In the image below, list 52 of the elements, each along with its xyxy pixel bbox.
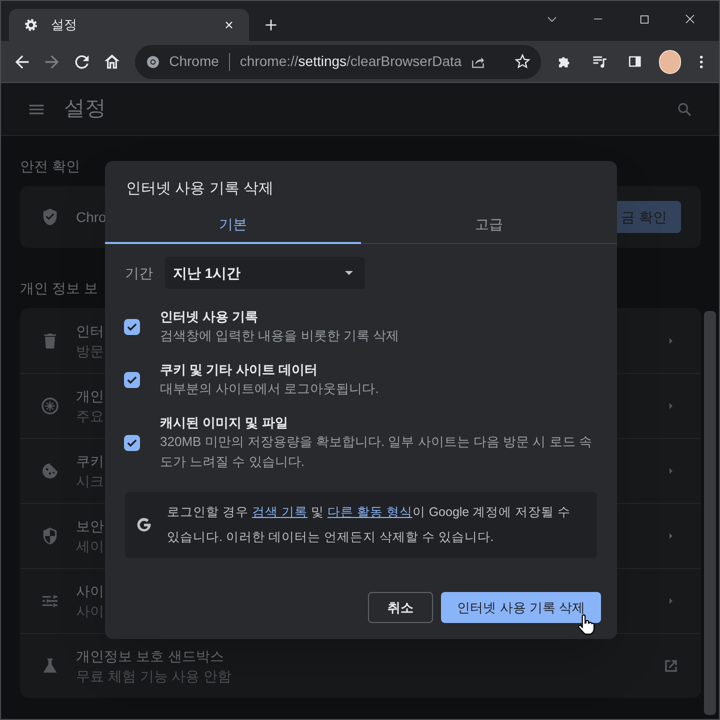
dialog-tab[interactable]: 기본 [105,206,361,244]
google-g-icon [135,516,153,534]
link[interactable]: 검색 기록 [252,505,308,519]
avatar[interactable] [658,50,682,74]
new-tab-icon[interactable] [263,17,279,33]
gear-icon [23,17,39,33]
dialog-title: 인터넷 사용 기록 삭제 [125,179,275,199]
row-title: Chro [76,208,106,227]
row-subtitle: 주요 [76,407,104,426]
section-heading: 안전 확인 [20,157,81,176]
close-icon[interactable] [223,19,235,31]
side-panel-icon[interactable] [627,53,643,70]
page-title: 설정 [64,96,107,122]
compass-icon [40,396,60,416]
row-title: 개인정보 보호 샌드박스 [76,647,224,666]
delete-data-button[interactable]: 인터넷 사용 기록 삭제 [441,592,601,623]
section-heading: 개인 정보 보 [20,279,99,298]
checkbox[interactable] [124,372,140,388]
notice-text: 로그인할 경우 검색 기록 및 다른 활동 형식 이 Google 계정에 저장될 수 있습니다. 이러한 데이터는 언제든지 삭제할 수 있습니다. [167,504,572,546]
browser-tab[interactable]: 설정 [9,9,249,41]
cancel-button[interactable]: 취소 [368,592,434,623]
maximize-icon[interactable] [638,14,650,24]
checkbox[interactable] [124,318,140,334]
option-description: 검색창에 입력한 내용을 비롯한 기록 삭제 [160,327,400,345]
row-title: 개인 [76,387,104,406]
search-icon[interactable] [676,100,693,118]
row-title: 사이 [76,582,104,601]
row-title: 쿠키 [76,452,104,471]
row-subtitle: 시크 [76,472,104,491]
period-label: 기간 [125,264,153,282]
row-subtitle: 방문 [76,342,104,360]
scrollbar[interactable] [704,311,716,715]
url-text: chrome://settings/clearBrowserData [240,52,462,71]
period-dropdown[interactable]: 지난 1시간 [165,257,365,289]
tab-title: 설정 [51,16,78,34]
site-chip-label: Chrome [169,52,219,71]
option-title: 캐시된 이미지 및 파일 [160,414,289,432]
option-description: 대부분의 사이트에서 로그아웃됩니다. [160,380,379,398]
option-title: 인터넷 사용 기록 [160,308,260,326]
row-subtitle: 세이 [76,537,104,556]
pointer-cursor-icon [575,613,597,637]
address-bar[interactable]: Chrome chrome://settings/clearBrowserData [135,44,541,78]
checkbox[interactable] [124,434,140,450]
star-icon[interactable] [514,53,531,70]
option-title: 쿠키 및 기타 사이트 데이터 [160,361,318,379]
option-description: 320MB 미만의 저장용량을 확보합니다. 일부 사이트는 다음 방문 시 로드 속도가 느려질 수 있습니다. [160,433,593,471]
row-title: 보안 [76,517,104,536]
row-title: 인터 [76,322,104,340]
link[interactable]: 다른 활동 형식 [327,505,412,519]
cookie-icon [40,461,60,481]
close-icon[interactable] [684,13,696,25]
row-subtitle: 사이 [76,602,104,621]
